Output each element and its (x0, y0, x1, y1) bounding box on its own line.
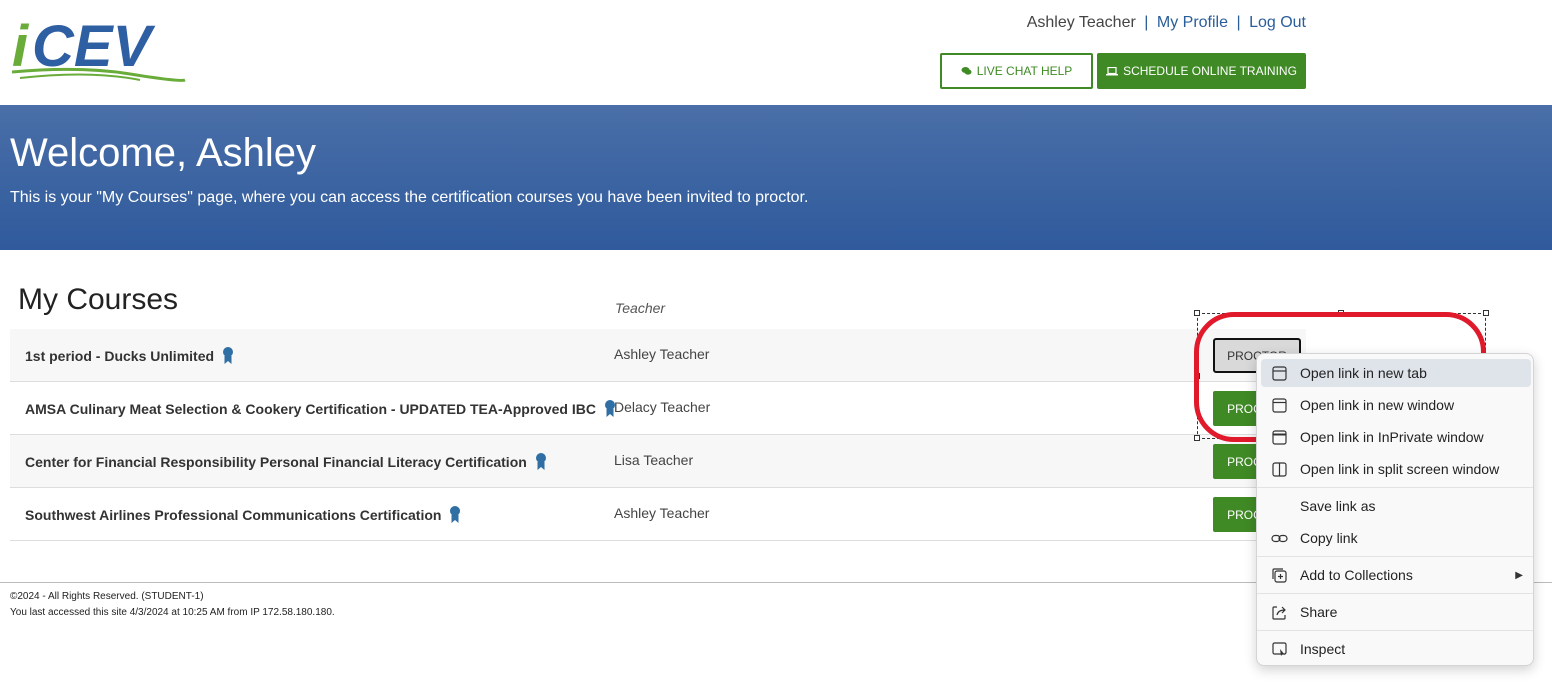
menu-item-label: Open link in new window (1300, 397, 1455, 413)
course-name-cell: Center for Financial Responsibility Pers… (25, 452, 547, 471)
live-chat-help-button[interactable]: LIVE CHAT HELP (940, 53, 1093, 89)
user-name: Ashley Teacher (1026, 14, 1136, 31)
svg-text:i: i (12, 14, 30, 79)
log-out-link[interactable]: Log Out (1249, 14, 1306, 31)
resize-handle[interactable] (1194, 310, 1200, 316)
menu-item-label: Copy link (1300, 530, 1358, 546)
menu-item-share[interactable]: Share (1261, 598, 1531, 626)
welcome-subtitle: This is your "My Courses" page, where yo… (10, 189, 809, 206)
new-window-icon (1271, 397, 1288, 414)
menu-item-label: Share (1300, 604, 1338, 620)
menu-item-copy-link[interactable]: Copy link (1261, 524, 1531, 552)
copyright-text: ©2024 - All Rights Reserved. (STUDENT-1) (10, 591, 204, 602)
welcome-title: Welcome, Ashley (10, 131, 317, 175)
laptop-icon (1106, 66, 1119, 75)
inprivate-icon (1271, 429, 1288, 446)
my-profile-link[interactable]: My Profile (1157, 14, 1228, 31)
last-access-text: You last accessed this site 4/3/2024 at … (10, 607, 335, 618)
menu-item-save-link-as[interactable]: Save link as (1261, 492, 1531, 520)
course-teacher: Lisa Teacher (614, 452, 694, 468)
certification-ribbon-icon (223, 347, 234, 364)
link-separator: | (1236, 14, 1241, 31)
course-name-cell: AMSA Culinary Meat Selection & Cookery C… (25, 399, 616, 418)
resize-handle[interactable] (1483, 310, 1489, 316)
certification-ribbon-icon (450, 506, 461, 523)
schedule-training-label: SCHEDULE ONLINE TRAINING (1123, 64, 1297, 78)
menu-separator (1257, 487, 1533, 488)
link-icon (1271, 530, 1288, 547)
menu-item-open-inprivate[interactable]: Open link in InPrivate window (1261, 423, 1531, 451)
course-teacher: Ashley Teacher (614, 505, 710, 521)
menu-item-label: Open link in split screen window (1300, 461, 1500, 477)
welcome-banner: Welcome, Ashley This is your "My Courses… (0, 105, 1552, 250)
submenu-arrow-icon: ▶ (1515, 569, 1523, 581)
course-teacher: Delacy Teacher (614, 399, 711, 415)
course-row: AMSA Culinary Meat Selection & Cookery C… (10, 382, 1306, 435)
menu-item-label: Add to Collections (1300, 567, 1413, 583)
course-name-cell: Southwest Airlines Professional Communic… (25, 505, 461, 524)
certification-ribbon-icon (535, 453, 546, 470)
menu-item-label: Inspect (1300, 641, 1346, 657)
link-separator: | (1144, 14, 1149, 31)
schedule-training-button[interactable]: SCHEDULE ONLINE TRAINING (1097, 53, 1306, 89)
my-courses-title: My Courses (18, 283, 179, 316)
course-teacher: Ashley Teacher (614, 346, 710, 362)
menu-item-label: Open link in new tab (1300, 365, 1427, 381)
footer: ©2024 - All Rights Reserved. (STUDENT-1)… (10, 589, 335, 621)
share-icon (1271, 604, 1288, 621)
teacher-column-header: Teacher (615, 300, 666, 316)
course-name: AMSA Culinary Meat Selection & Cookery C… (25, 400, 596, 417)
menu-item-add-to-collections[interactable]: Add to Collections ▶ (1261, 561, 1531, 589)
menu-item-open-new-tab[interactable]: Open link in new tab (1261, 359, 1531, 387)
menu-item-inspect[interactable]: Inspect (1261, 635, 1531, 663)
course-name: Center for Financial Responsibility Pers… (25, 453, 527, 470)
menu-separator (1257, 556, 1533, 557)
context-menu: Open link in new tab Open link in new wi… (1256, 353, 1534, 666)
course-name: 1st period - Ducks Unlimited (25, 347, 215, 364)
menu-item-label: Open link in InPrivate window (1300, 429, 1484, 445)
menu-item-open-split-screen[interactable]: Open link in split screen window (1261, 455, 1531, 483)
collections-icon (1271, 567, 1288, 584)
split-screen-icon (1271, 461, 1288, 478)
site-header: i CEV Ashley Teacher | My Profile | Log … (0, 0, 1552, 105)
course-name-cell: 1st period - Ducks Unlimited (25, 346, 234, 365)
icev-logo[interactable]: i CEV (10, 14, 200, 86)
course-row: 1st period - Ducks Unlimited Ashley Teac… (10, 329, 1306, 382)
menu-item-label: Save link as (1300, 498, 1376, 514)
course-name: Southwest Airlines Professional Communic… (25, 506, 442, 523)
inspect-icon (1271, 641, 1288, 658)
new-tab-icon (1271, 365, 1288, 382)
chat-icon (961, 67, 972, 75)
course-row: Southwest Airlines Professional Communic… (10, 488, 1306, 541)
menu-separator (1257, 593, 1533, 594)
user-links: Ashley Teacher | My Profile | Log Out (1027, 14, 1306, 32)
menu-item-open-new-window[interactable]: Open link in new window (1261, 391, 1531, 419)
live-chat-label: LIVE CHAT HELP (976, 64, 1073, 78)
course-row: Center for Financial Responsibility Pers… (10, 435, 1306, 488)
resize-handle[interactable] (1194, 435, 1200, 441)
menu-separator (1257, 630, 1533, 631)
